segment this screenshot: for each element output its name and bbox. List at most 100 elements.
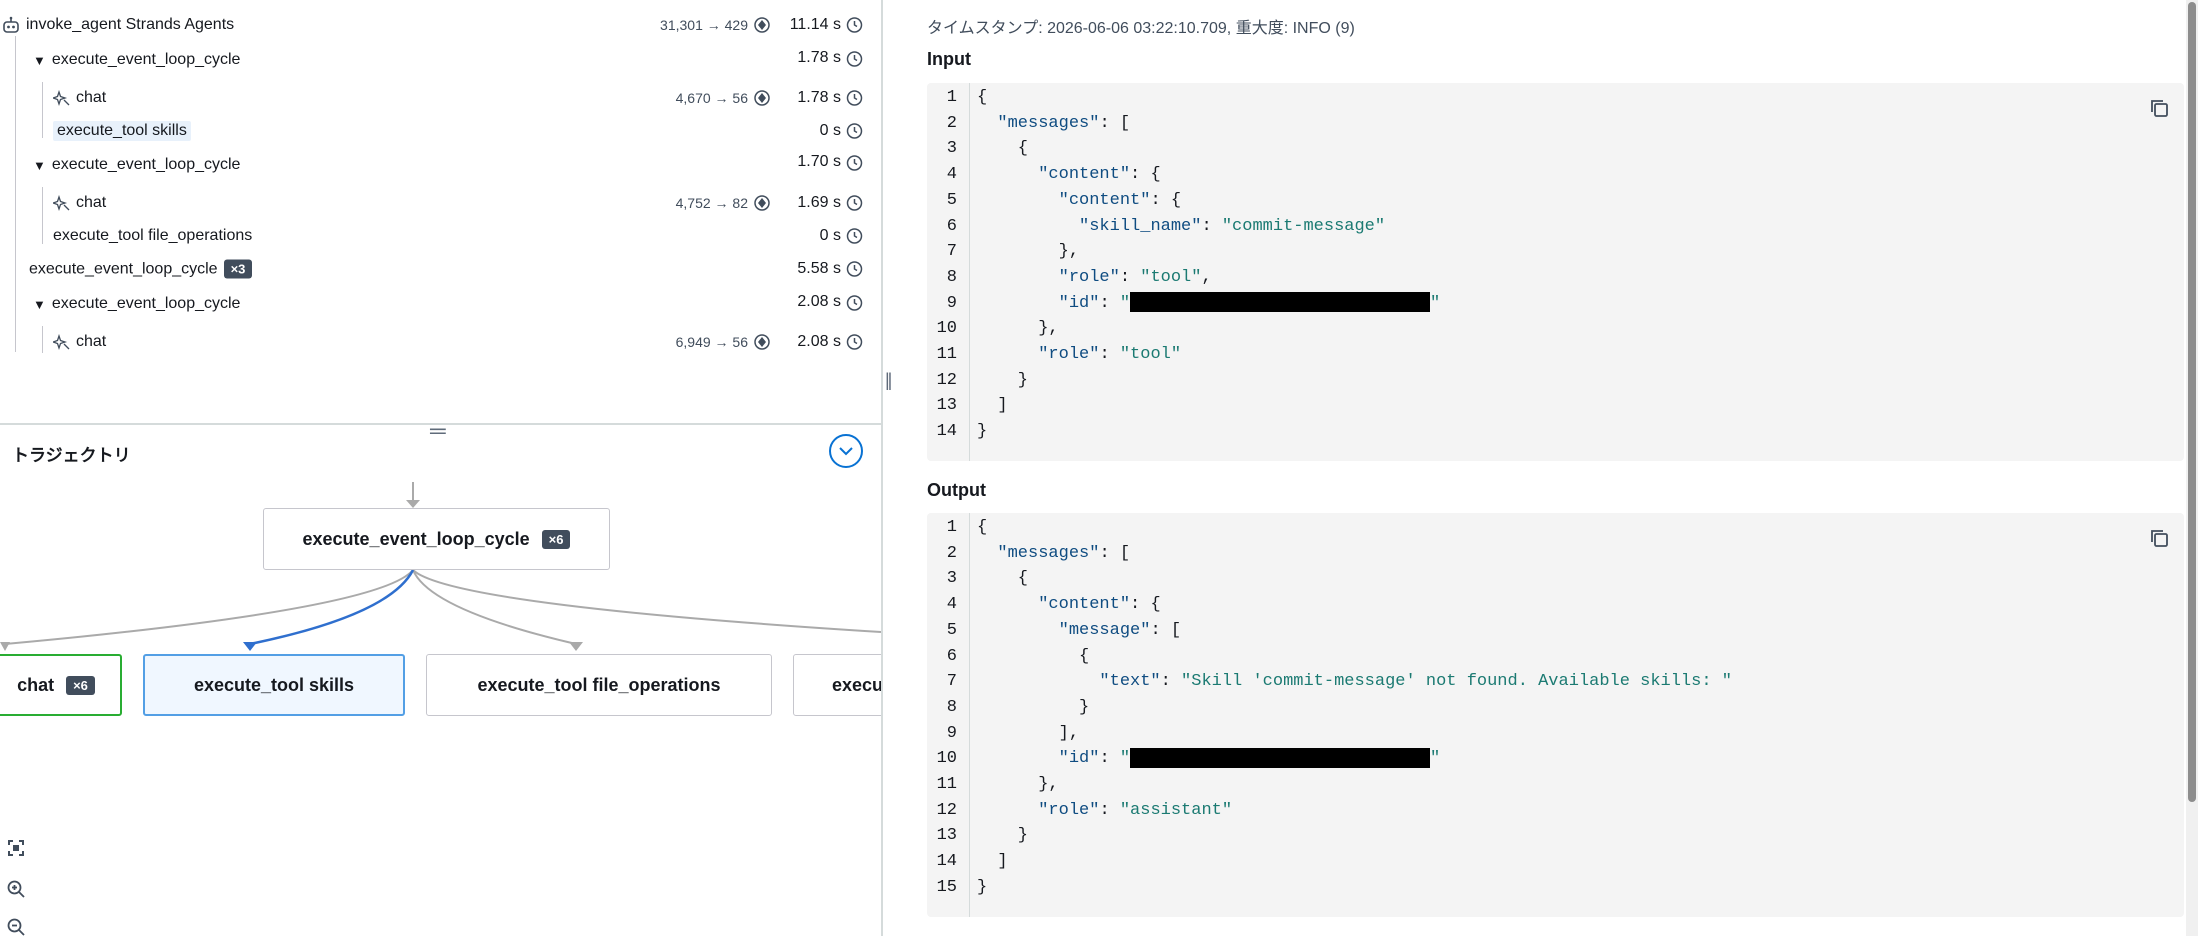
trace-row[interactable]: ▼ execute_event_loop_cycle 2.08 s — [0, 288, 881, 320]
json-punctuation: : — [1099, 800, 1120, 820]
caret-down-icon[interactable]: ▼ — [33, 297, 46, 312]
token-icon — [754, 17, 770, 33]
code-line: 12 } — [927, 368, 2184, 394]
input-code-block[interactable]: 1{2 "messages": [3 {4 "content": {5 "con… — [927, 83, 2184, 461]
json-key: "content" — [1058, 190, 1151, 210]
trace-row-label: ▼ execute_event_loop_cycle — [33, 51, 240, 69]
json-punctuation — [977, 345, 1038, 364]
line-number: 12 — [936, 370, 957, 390]
zoom-in-button[interactable] — [6, 879, 26, 899]
trace-row-label: chat — [53, 333, 106, 351]
trace-row-label: execute_tool file_operations — [53, 227, 252, 245]
line-content: ], — [977, 721, 1079, 747]
trace-row[interactable]: execute_tool skills 0 s — [0, 115, 881, 147]
trace-row-label: chat — [53, 89, 106, 107]
sparkle-icon — [53, 333, 70, 350]
json-string: " — [1430, 749, 1441, 769]
json-punctuation: }, — [977, 319, 1059, 339]
caret-down-icon[interactable]: ▼ — [33, 158, 46, 173]
trace-row[interactable]: chat 4,752 → 82 1.69 s — [0, 187, 881, 219]
node-label: chat — [17, 674, 55, 695]
node-label: execu — [832, 674, 881, 695]
code-line: 7 "text": "Skill 'commit-message' not fo… — [927, 669, 2184, 695]
json-punctuation: } — [977, 877, 988, 897]
json-key: "messages" — [997, 113, 1100, 133]
trace-row[interactable]: ▼ execute_event_loop_cycle 1.70 s — [0, 149, 881, 181]
fit-view-button[interactable] — [6, 838, 26, 858]
token-count: 31,301 → 429 — [660, 17, 770, 33]
json-key: "content" — [1038, 165, 1131, 185]
line-content: ] — [977, 393, 1007, 419]
json-punctuation: : { — [1130, 595, 1161, 615]
trace-row[interactable]: execute_event_loop_cycle ×3 5.58 s — [0, 253, 881, 285]
collapse-button[interactable] — [829, 434, 863, 468]
trace-row[interactable]: ▼ execute_event_loop_cycle 1.78 s — [0, 44, 881, 76]
scrollbar[interactable] — [2186, 0, 2198, 936]
fit-view-icon — [8, 840, 24, 856]
json-punctuation: { — [977, 518, 988, 537]
json-key: "role" — [1058, 267, 1120, 287]
redacted-value — [1130, 292, 1431, 313]
json-key: "role" — [1038, 345, 1100, 364]
line-number: 5 — [946, 190, 957, 210]
clock-icon — [846, 334, 863, 350]
line-number: 1 — [946, 88, 957, 107]
token-count: 6,949 → 56 — [676, 334, 770, 350]
json-string: "tool" — [1119, 345, 1182, 364]
json-punctuation — [977, 294, 1059, 313]
json-punctuation — [977, 191, 1059, 210]
duration: 1.78 s — [797, 49, 841, 66]
trace-row-text: execute_event_loop_cycle — [51, 295, 241, 312]
clock-icon — [846, 261, 863, 277]
node-label: execute_tool skills — [193, 674, 355, 695]
node-event-loop-cycle[interactable]: execute_event_loop_cycle ×6 — [263, 508, 610, 570]
trace-row[interactable]: chat 4,670 → 56 1.78 s — [0, 82, 881, 114]
node-execute-tool-skills[interactable]: execute_tool skills — [143, 654, 405, 716]
resize-handle-icon[interactable]: ═ — [430, 420, 446, 442]
code-line: 10 }, — [927, 316, 2184, 342]
clock-icon — [846, 51, 863, 67]
arrow-file-operations — [569, 642, 583, 651]
output-code-block[interactable]: 1{2 "messages": [3 {4 "content": {5 "mes… — [927, 513, 2184, 917]
clock-icon — [846, 228, 863, 244]
line-number: 7 — [946, 672, 957, 692]
json-punctuation — [977, 217, 1079, 236]
trace-row[interactable]: execute_tool file_operations 0 s — [0, 220, 881, 252]
trace-row[interactable]: invoke_agent Strands Agents 31,301 → 429… — [0, 9, 881, 41]
line-number: 6 — [946, 646, 957, 666]
trajectory-title: トラジェクトリ — [12, 446, 131, 465]
json-key: "id" — [1058, 749, 1100, 769]
json-punctuation — [977, 268, 1059, 287]
trajectory-graph[interactable]: execute_event_loop_cycle ×6 chat ×6 exec… — [0, 470, 881, 936]
node-execute-tool-file-operations[interactable]: execute_tool file_operations — [426, 654, 772, 716]
token-icon — [754, 195, 770, 211]
json-punctuation: : [ — [1099, 113, 1131, 133]
code-line: 2 "messages": [ — [927, 111, 2184, 137]
node-chat[interactable]: chat ×6 — [0, 654, 122, 716]
caret-down-icon[interactable]: ▼ — [33, 53, 46, 68]
json-punctuation — [977, 749, 1059, 768]
zoom-out-button[interactable] — [6, 917, 26, 936]
token-count: 4,670 → 56 — [676, 90, 770, 106]
json-punctuation — [977, 544, 997, 563]
line-number: 2 — [946, 113, 957, 133]
line-content: "role": "tool" — [977, 342, 1181, 368]
line-content: "content": { — [977, 592, 1161, 618]
line-content: "id": " " — [977, 291, 1440, 317]
scrollbar-thumb[interactable] — [2188, 2, 2196, 802]
count-badge: ×3 — [223, 259, 253, 279]
line-content: }, — [977, 772, 1058, 798]
code-line: 6 "skill_name": "commit-message" — [927, 214, 2184, 240]
json-punctuation: : { — [1150, 190, 1182, 210]
trace-row[interactable]: chat 6,949 → 56 2.08 s — [0, 326, 881, 358]
code-line: 12 "role": "assistant" — [927, 798, 2184, 824]
line-content: { — [977, 566, 1028, 592]
trace-row-text: chat — [76, 194, 107, 211]
code-line: 8 } — [927, 695, 2184, 721]
code-line: 15} — [927, 875, 2184, 901]
trace-row-label: invoke_agent Strands Agents — [2, 16, 234, 34]
node-execute-truncated[interactable]: execu — [793, 654, 881, 716]
line-content: "messages": [ — [977, 111, 1130, 137]
line-number: 2 — [946, 543, 957, 563]
code-line: 11 "role": "tool" — [927, 342, 2184, 368]
